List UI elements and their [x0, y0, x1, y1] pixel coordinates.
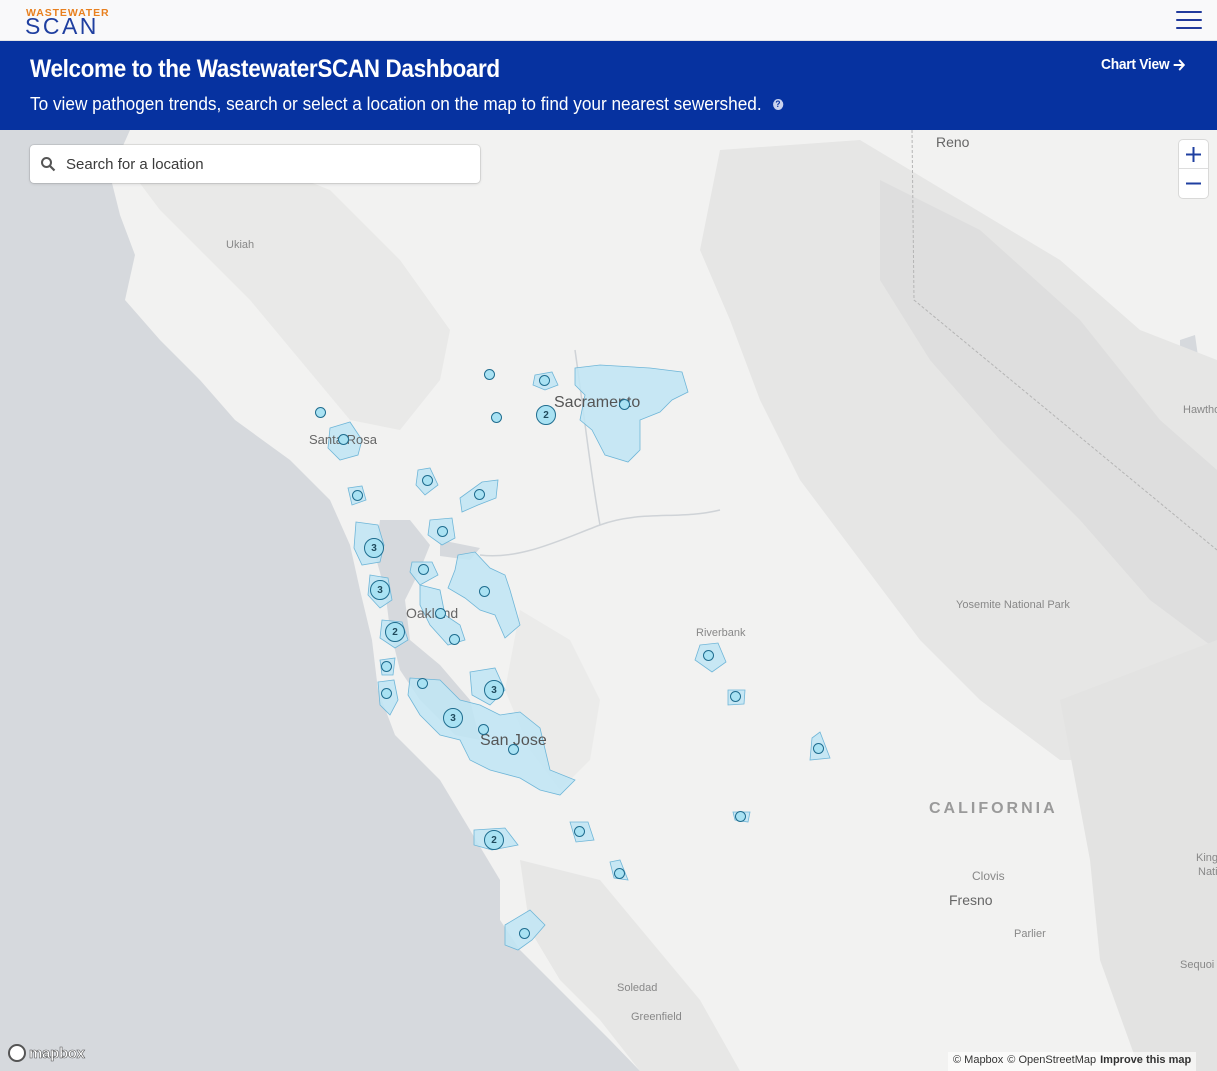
sewershed-cluster[interactable]: 3	[364, 538, 384, 558]
sewershed-pin[interactable]	[422, 475, 433, 486]
map-label-ukiah: Ukiah	[226, 239, 255, 251]
map-label-greenfield: Greenfield	[631, 1011, 682, 1023]
sewershed-pin[interactable]	[435, 608, 446, 619]
chart-view-label: Chart View	[1101, 56, 1170, 73]
sewershed-pin[interactable]	[417, 678, 428, 689]
wastewaterscan-logo[interactable]: WASTEWATER SCAN	[25, 7, 109, 39]
map-canvas[interactable]: Reno Ukiah Santa Rosa Sacramento Oakland…	[0, 130, 1217, 1071]
location-search	[30, 145, 480, 183]
sewershed-pin[interactable]	[813, 743, 824, 754]
sewershed-pin[interactable]	[381, 661, 392, 672]
search-icon	[41, 157, 56, 172]
map-label-hawthorne: Hawtho	[1183, 404, 1217, 416]
subtitle-text: To view pathogen trends, search or selec…	[30, 93, 762, 114]
map-label-riverbank: Riverbank	[696, 627, 746, 639]
zoom-out-button[interactable]	[1179, 169, 1208, 198]
sewershed-pin[interactable]	[315, 407, 326, 418]
sewershed-pin[interactable]	[539, 375, 550, 386]
zoom-in-button[interactable]	[1179, 140, 1208, 169]
arrow-right-icon	[1173, 58, 1186, 71]
sewershed-cluster[interactable]: 2	[385, 622, 405, 642]
map-label-oakland: Oakland	[406, 605, 459, 621]
map-label-california: CALIFORNIA	[929, 800, 1058, 817]
map-label-clovis: Clovis	[972, 869, 1005, 883]
sewershed-pin[interactable]	[574, 826, 585, 837]
map-label-fresno: Fresno	[949, 892, 993, 908]
map-label-kings-canyon-2: Nati	[1198, 866, 1217, 878]
page-subtitle: To view pathogen trends, search or selec…	[30, 93, 784, 115]
chart-view-link[interactable]: Chart View	[1101, 56, 1187, 73]
minus-icon	[1186, 182, 1201, 185]
sewershed-pin[interactable]	[352, 490, 363, 501]
hamburger-icon[interactable]	[1176, 10, 1202, 31]
mapbox-logo-text: mapbox	[29, 1044, 86, 1062]
map-label-sequoia: Sequoi	[1180, 959, 1215, 971]
sewershed-pin[interactable]	[338, 434, 349, 445]
sewershed-pin[interactable]	[730, 691, 741, 702]
map-label-kings-canyon-1: King	[1196, 852, 1217, 864]
sewershed-pin[interactable]	[735, 811, 746, 822]
sewershed-pin[interactable]	[381, 688, 392, 699]
sewershed-pin[interactable]	[484, 369, 495, 380]
top-nav: WASTEWATER SCAN	[0, 0, 1217, 41]
map-label-reno: Reno	[936, 134, 970, 150]
sewershed-cluster[interactable]: 2	[484, 830, 504, 850]
map-attribution: © Mapbox © OpenStreetMap Improve this ma…	[948, 1052, 1197, 1071]
sewershed-pin[interactable]	[418, 564, 429, 575]
sewershed-pin[interactable]	[491, 412, 502, 423]
sewershed-pin[interactable]	[479, 586, 490, 597]
map-label-yosemite: Yosemite National Park	[956, 599, 1070, 611]
improve-map-link[interactable]: Improve this map	[1100, 1054, 1191, 1069]
attribution-osm-link[interactable]: © OpenStreetMap	[1007, 1054, 1096, 1069]
question-circle-icon[interactable]: ?	[772, 98, 784, 110]
sewershed-pin[interactable]	[703, 650, 714, 661]
page-title: Welcome to the WastewaterSCAN Dashboard	[30, 55, 500, 83]
sewershed-pin[interactable]	[619, 399, 630, 410]
sewershed-cluster[interactable]: 3	[484, 680, 504, 700]
map-label-soledad: Soledad	[617, 982, 658, 994]
sewershed-pin[interactable]	[474, 489, 485, 500]
sewershed-pin[interactable]	[614, 868, 625, 879]
zoom-controls	[1179, 140, 1208, 198]
plus-icon	[1186, 146, 1201, 162]
sewershed-cluster[interactable]: 2	[536, 405, 556, 425]
sewershed-pin[interactable]	[519, 928, 530, 939]
sewershed-pin[interactable]	[437, 526, 448, 537]
mapbox-logo[interactable]: mapbox	[8, 1044, 85, 1062]
search-input[interactable]	[66, 145, 466, 183]
logo-line2: SCAN	[25, 13, 99, 39]
sewershed-cluster[interactable]: 3	[370, 580, 390, 600]
mapbox-mark-icon	[8, 1044, 26, 1062]
map-label-parlier: Parlier	[1014, 928, 1046, 940]
attribution-mapbox-link[interactable]: © Mapbox	[953, 1054, 1003, 1069]
sewershed-pin[interactable]	[478, 724, 489, 735]
sewershed-pin[interactable]	[508, 744, 519, 755]
welcome-banner: Welcome to the WastewaterSCAN Dashboard …	[0, 41, 1217, 130]
sewershed-cluster[interactable]: 3	[443, 708, 463, 728]
sewershed-pin[interactable]	[449, 634, 460, 645]
